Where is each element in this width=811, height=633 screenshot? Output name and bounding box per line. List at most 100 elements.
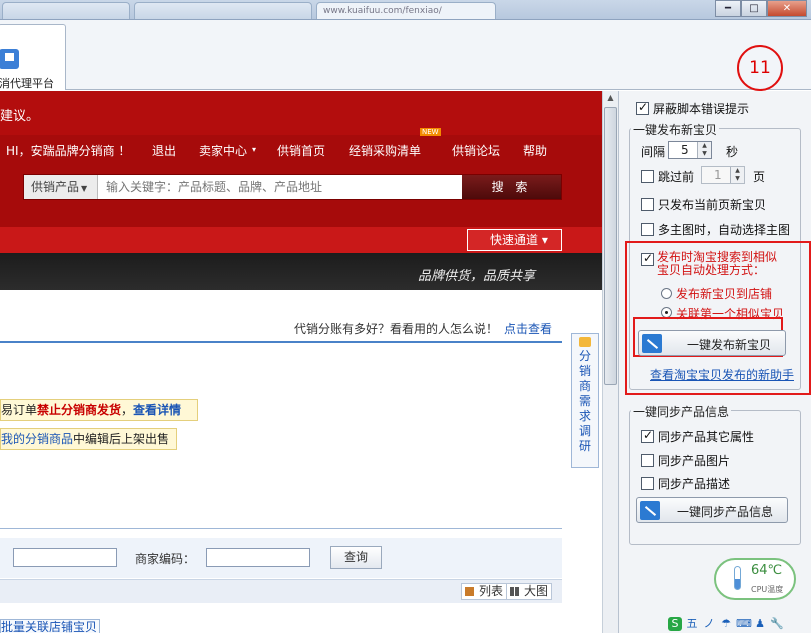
auto-main-image-checkbox[interactable] — [641, 223, 654, 236]
auto-main-image-label: 多主图时，自动选择主图 — [658, 223, 791, 237]
promo-line: 代销分账有多好？看看用的人怎么说！ 点击查看 — [294, 320, 552, 337]
search-button[interactable]: 搜 索 — [462, 175, 561, 199]
browser-tab[interactable] — [134, 2, 312, 19]
nav-help[interactable]: 帮助 — [523, 142, 547, 159]
umbrella-icon[interactable]: ☂ — [719, 617, 733, 631]
sync-images-checkbox[interactable] — [641, 454, 654, 467]
notice-separator: ， — [121, 403, 134, 417]
divider — [0, 528, 562, 529]
figure-icon[interactable]: ♟ — [753, 617, 767, 631]
toolbar — [0, 20, 811, 90]
interval-stepper[interactable]: 5 ▲ ▼ — [668, 141, 712, 159]
promo-link[interactable]: 点击查看 — [504, 322, 552, 336]
cpu-temp-label: CPU温度 — [751, 585, 784, 594]
wrench-icon[interactable]: 🔧 — [770, 617, 784, 631]
nav-supply-home[interactable]: 供销首页 — [277, 142, 325, 159]
only-current-label: 只发布当前页新宝贝 — [658, 198, 767, 212]
close-button[interactable]: ✕ — [767, 0, 807, 17]
agent-platform-tab[interactable]: 消代理平台 — [0, 24, 66, 90]
notice-banner: 易订单禁止分销商发货，查看详情 — [0, 399, 198, 421]
magic-wand-icon — [640, 501, 660, 520]
search-category-label: 供销产品 — [31, 180, 80, 194]
search-category-select[interactable]: 供销产品 ▼ — [24, 175, 98, 199]
message-icon — [579, 337, 591, 347]
cpu-temp-value: 64℃ — [751, 563, 783, 578]
notice-suffix: 中编辑后上架出售 — [73, 432, 170, 446]
survey-char: 求 — [578, 409, 591, 423]
list-view-label: 列表 — [479, 584, 504, 598]
maximize-button[interactable]: □ — [741, 0, 767, 17]
list-icon — [465, 587, 474, 596]
notice-detail-link[interactable]: 查看详情 — [133, 403, 181, 417]
browser-tab-active[interactable]: www.kuaifuu.com/fenxiao/ — [316, 2, 496, 19]
vertical-scrollbar[interactable]: ▲ — [602, 91, 618, 633]
similar-search-checkbox[interactable] — [641, 251, 654, 266]
survey-char: 需 — [578, 394, 591, 408]
nav-forum[interactable]: 供销论坛 — [452, 142, 500, 159]
scroll-thumb[interactable] — [604, 107, 617, 385]
chevron-down-icon: ▾ — [252, 145, 257, 154]
browser-tab[interactable] — [2, 2, 130, 19]
nav-purchase-list[interactable]: 经销采购清单 — [349, 142, 421, 159]
spinner-arrows-icon[interactable]: ▲ ▼ — [697, 142, 711, 158]
quick-channel-button[interactable]: 快速通道 ▾ — [467, 229, 562, 251]
spinner-arrows-icon[interactable]: ▲ ▼ — [730, 167, 744, 183]
slogan-band: 品牌供货，品质共享 — [0, 253, 602, 290]
sync-images-label: 同步产品图片 — [658, 454, 731, 468]
merchant-code-field[interactable] — [206, 548, 310, 567]
survey-tab[interactable]: 分 销 商 需 求 调 研 — [571, 333, 599, 468]
interval-label: 间隔 — [641, 145, 666, 159]
notice-banner-2: 我的分销商品中编辑后上架出售 — [0, 428, 177, 450]
greeting-text: HI，安踹品牌分销商 ！ — [6, 144, 131, 158]
skip-pages-stepper[interactable]: 1 ▲ ▼ — [701, 166, 745, 184]
radio-publish-new[interactable] — [661, 288, 672, 299]
agent-platform-label: 消代理平台 — [0, 77, 54, 90]
site-header: 建议。 HI，安踹品牌分销商 ！ 退出 卖家中心 ▾ 供销首页 经销采购清单 供… — [0, 91, 602, 227]
skip-pages-value: 1 — [714, 168, 722, 182]
s-logo-icon[interactable]: S — [668, 617, 682, 631]
cpu-temperature-widget[interactable]: 64℃ CPU温度 — [714, 558, 796, 600]
quick-row: 快速通道 ▾ — [0, 227, 602, 253]
advice-text: 建议。 — [0, 109, 40, 124]
nav-logout[interactable]: 退出 — [152, 142, 176, 159]
sync-group-title: 一键同步产品信息 — [631, 403, 732, 420]
radio-publish-new-label: 发布新宝贝到店铺 — [676, 287, 773, 301]
sync-other-label: 同步产品其它属性 — [658, 430, 755, 444]
sync-other-checkbox[interactable] — [641, 428, 654, 443]
list-view-button[interactable]: 列表 — [461, 583, 508, 600]
moon-icon[interactable]: ノ — [702, 617, 716, 631]
keyword-field[interactable] — [13, 548, 117, 567]
thermometer-icon — [734, 566, 741, 590]
system-tray: S 五 ノ ☂ ⌨ ♟ 🔧 — [668, 617, 784, 633]
scroll-up-icon[interactable]: ▲ — [604, 93, 617, 103]
quick-channel-label: 快速通道 — [490, 233, 539, 247]
merchant-code-label: 商家编码： — [135, 552, 196, 566]
chevron-down-icon: ▾ — [541, 233, 548, 247]
nav-seller-center[interactable]: 卖家中心 — [199, 142, 247, 159]
input-method-icon[interactable]: 五 — [685, 617, 699, 631]
my-products-link[interactable]: 我的分销商品 — [1, 432, 73, 446]
search-input[interactable] — [100, 175, 462, 199]
minimize-button[interactable]: ━ — [715, 0, 741, 17]
view-toggle-row: 列表 大图 — [0, 579, 562, 603]
filter-row: 商家编码： 查询 — [0, 538, 562, 578]
view-taobao-link[interactable]: 查看淘宝宝贝发布的新助手 — [650, 366, 794, 383]
only-current-checkbox[interactable] — [641, 198, 654, 211]
bulk-link-button[interactable]: 批量关联店铺宝贝 — [0, 619, 100, 633]
search-bar: 供销产品▼ 搜 索 — [23, 174, 562, 200]
query-button[interactable]: 查询 — [330, 546, 382, 569]
tool-panel: 屏蔽脚本错误提示 一键发布新宝贝 间隔 5▲▼ 秒 跳过前 1▲▼ 页 只发布当… — [618, 91, 811, 633]
skip-pages-unit: 页 — [753, 170, 766, 184]
window-controls: ━ □ ✕ — [715, 0, 807, 17]
grid-view-button[interactable]: 大图 — [506, 583, 553, 600]
sync-desc-checkbox[interactable] — [641, 477, 654, 490]
sync-button[interactable]: 一键同步产品信息 — [636, 497, 788, 523]
similar-search-label: 发布时淘宝搜索到相似宝贝自动处理方式： — [657, 250, 778, 277]
publish-new-button[interactable]: 一键发布新宝贝 — [638, 330, 786, 356]
slogan-text: 品牌供货，品质共享 — [418, 269, 536, 284]
block-errors-checkbox[interactable] — [636, 100, 649, 115]
survey-char: 销 — [578, 364, 591, 378]
skip-pages-checkbox[interactable] — [641, 170, 654, 183]
keyboard-icon[interactable]: ⌨ — [736, 617, 752, 631]
publish-group-title: 一键发布新宝贝 — [631, 121, 720, 138]
